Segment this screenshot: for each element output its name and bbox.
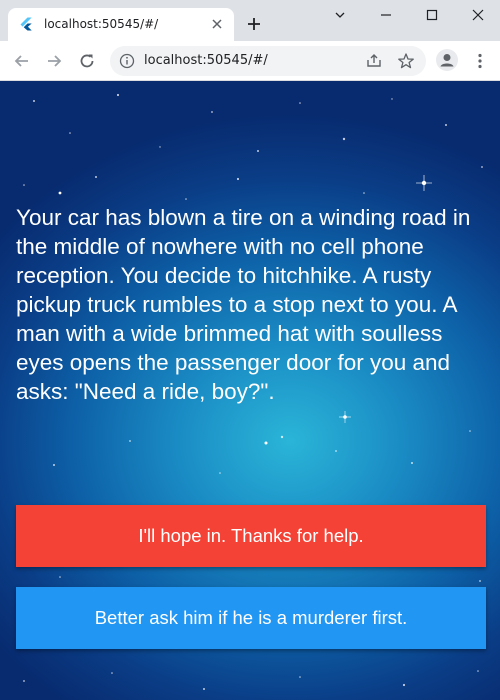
maximize-icon[interactable] <box>422 6 442 24</box>
info-icon[interactable] <box>119 53 135 69</box>
choice-button-accept-ride[interactable]: I'll hope in. Thanks for help. <box>16 505 486 567</box>
browser-toolbar: localhost:50545/#/ <box>0 41 500 81</box>
browser-tab[interactable]: localhost:50545/#/ <box>8 8 234 41</box>
address-bar[interactable]: localhost:50545/#/ <box>110 46 426 76</box>
profile-icon[interactable] <box>436 49 458 71</box>
person-icon <box>440 54 454 67</box>
browser-tab-strip: localhost:50545/#/ <box>0 0 500 41</box>
tab-title: localhost:50545/#/ <box>44 17 159 31</box>
menu-dots-icon[interactable] <box>470 51 490 71</box>
url-text: localhost:50545/#/ <box>144 53 268 68</box>
share-icon[interactable] <box>365 52 383 70</box>
story-page: Your car has blown a tire on a winding r… <box>0 81 500 700</box>
new-tab-icon[interactable] <box>244 14 264 34</box>
close-window-icon[interactable] <box>468 6 488 24</box>
flutter-icon <box>20 17 32 31</box>
star-icon[interactable] <box>397 52 415 70</box>
story-text: Your car has blown a tire on a winding r… <box>16 205 471 404</box>
tab-list-chevron-icon[interactable] <box>330 6 350 24</box>
minimize-icon[interactable] <box>376 6 396 24</box>
choice-button-ask-murderer[interactable]: Better ask him if he is a murderer first… <box>16 587 486 649</box>
forward-arrow-icon[interactable] <box>44 51 64 71</box>
reload-icon[interactable] <box>77 51 97 71</box>
back-arrow-icon[interactable] <box>12 51 32 71</box>
close-tab-icon[interactable] <box>210 17 224 31</box>
